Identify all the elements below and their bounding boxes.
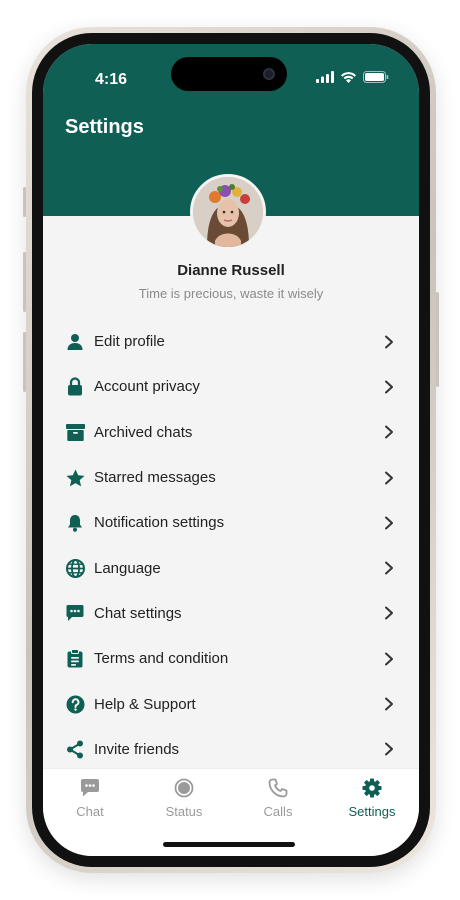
globe-icon (65, 558, 85, 578)
chevron-right-icon (385, 471, 393, 485)
menu-item-chat-settings[interactable]: Chat settings (43, 591, 419, 636)
menu-item-archived-chats[interactable]: Archived chats (43, 410, 419, 455)
chevron-right-icon (385, 742, 393, 756)
menu-item-language[interactable]: Language (43, 545, 419, 590)
menu-item-account-privacy[interactable]: Account privacy (43, 364, 419, 409)
avatar[interactable] (190, 174, 266, 250)
chevron-right-icon (385, 380, 393, 394)
power-button (436, 292, 439, 387)
chevron-right-icon (385, 561, 393, 575)
help-icon (65, 694, 85, 714)
bezel: 4:16 Settings Dianne Russell Time is pre… (32, 33, 430, 867)
tab-bar: Chat Status Calls Settings (43, 768, 419, 856)
clipboard-icon (65, 649, 85, 669)
profile-status: Time is precious, waste it wisely (138, 286, 324, 301)
tab-label: Chat (76, 804, 104, 819)
chevron-right-icon (385, 516, 393, 530)
wifi-icon (341, 72, 356, 83)
home-indicator[interactable] (163, 842, 295, 847)
menu-item-terms-and-condition[interactable]: Terms and condition (43, 636, 419, 681)
page-title: Settings (65, 116, 144, 138)
chat-icon (79, 777, 101, 799)
phone-icon (267, 777, 289, 799)
menu-label: Notification settings (94, 514, 225, 532)
volume-down-button (23, 332, 26, 392)
menu-item-edit-profile[interactable]: Edit profile (43, 319, 419, 364)
avatar-image (193, 177, 263, 247)
tab-label: Status (165, 804, 203, 819)
tab-label: Settings (348, 804, 396, 819)
status-icon (173, 777, 195, 799)
settings-menu: Edit profile Account privacy Archived ch… (43, 319, 419, 772)
chat-bubble-icon (65, 603, 85, 623)
tab-settings[interactable]: Settings (325, 769, 419, 856)
menu-item-starred-messages[interactable]: Starred messages (43, 455, 419, 500)
chevron-right-icon (385, 335, 393, 349)
screen: 4:16 Settings Dianne Russell Time is pre… (43, 44, 419, 856)
signal-icon (316, 71, 334, 83)
star-icon (65, 468, 85, 488)
chevron-right-icon (385, 425, 393, 439)
menu-label: Invite friends (94, 740, 180, 758)
camera-icon (263, 68, 275, 80)
person-icon (65, 332, 85, 352)
volume-up-button (23, 252, 26, 312)
chevron-right-icon (385, 652, 393, 666)
phone-frame: 4:16 Settings Dianne Russell Time is pre… (23, 27, 439, 873)
menu-label: Account privacy (94, 378, 200, 396)
tab-label: Calls (263, 804, 293, 819)
profile-name: Dianne Russell (177, 262, 285, 279)
battery-icon (363, 71, 389, 83)
menu-label: Language (94, 559, 161, 577)
mute-switch (23, 187, 26, 217)
bell-icon (65, 513, 85, 533)
chevron-right-icon (385, 606, 393, 620)
menu-label: Help & Support (94, 695, 196, 713)
chevron-right-icon (385, 697, 393, 711)
menu-item-invite-friends[interactable]: Invite friends (43, 727, 419, 772)
menu-label: Chat settings (94, 604, 182, 622)
tab-chat[interactable]: Chat (43, 769, 137, 856)
share-icon (65, 739, 85, 759)
menu-item-help-support[interactable]: Help & Support (43, 681, 419, 726)
dynamic-island (171, 57, 287, 91)
status-time: 4:16 (95, 71, 128, 88)
status-icons (316, 71, 389, 83)
menu-label: Terms and condition (94, 650, 229, 668)
menu-label: Archived chats (94, 423, 193, 441)
archive-icon (65, 422, 85, 442)
menu-label: Starred messages (94, 469, 216, 487)
lock-icon (65, 377, 85, 397)
gear-icon (361, 777, 383, 799)
menu-item-notification-settings[interactable]: Notification settings (43, 500, 419, 545)
menu-label: Edit profile (94, 333, 165, 351)
